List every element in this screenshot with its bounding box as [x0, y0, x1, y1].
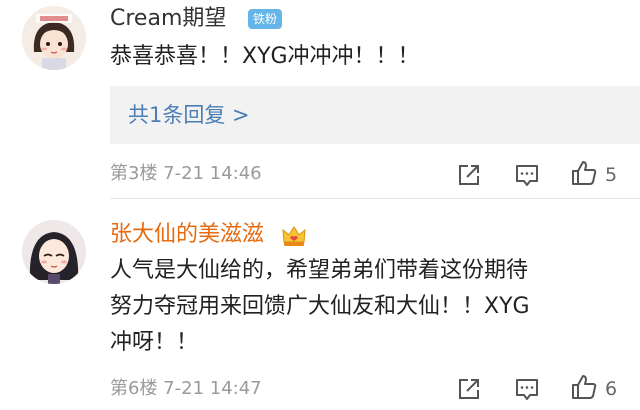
username[interactable]: Cream期望 — [110, 6, 226, 32]
reply-box[interactable]: 共1条回复 > — [110, 86, 640, 144]
like-button[interactable] — [569, 372, 599, 402]
like-count: 6 — [605, 378, 618, 400]
thumbs-up-icon — [572, 375, 597, 399]
like-button[interactable] — [569, 158, 599, 188]
view-replies-link[interactable]: 共1条回复 > — [128, 100, 250, 130]
avatar[interactable] — [22, 6, 86, 70]
vip-badge[interactable] — [281, 224, 307, 248]
divider — [110, 198, 640, 199]
share-button[interactable] — [454, 374, 484, 404]
reply-button[interactable] — [512, 374, 542, 404]
avatar-cartoon-girl-icon — [22, 6, 86, 70]
avatar[interactable] — [22, 220, 86, 284]
share-button[interactable] — [454, 160, 484, 190]
thumbs-up-icon — [572, 161, 597, 185]
comment-text-line: 人气是大仙给的，希望弟弟们带着这份期待 — [110, 258, 529, 283]
comment-text-line: 冲呀！！ — [110, 330, 199, 355]
comment-text: 恭喜恭喜！！XYG冲冲冲！！！ — [110, 44, 420, 69]
username[interactable]: 张大仙的美滋滋 — [110, 222, 264, 248]
comment-text-line: 努力夺冠用来回馈广大仙友和大仙！！XYG — [110, 294, 530, 319]
share-icon — [459, 379, 479, 399]
comment-icon — [516, 165, 538, 186]
avatar-cartoon-girl-dark-icon — [22, 220, 86, 284]
fan-badge[interactable]: 铁粉 — [248, 9, 283, 29]
floor-and-time: 第3楼 7-21 14:46 — [110, 163, 262, 184]
comment-icon — [516, 379, 538, 400]
vip-crown-icon — [282, 226, 306, 246]
share-icon — [459, 165, 479, 185]
like-count: 5 — [605, 164, 618, 186]
reply-button[interactable] — [512, 160, 542, 190]
floor-and-time: 第6楼 7-21 14:47 — [110, 378, 262, 399]
